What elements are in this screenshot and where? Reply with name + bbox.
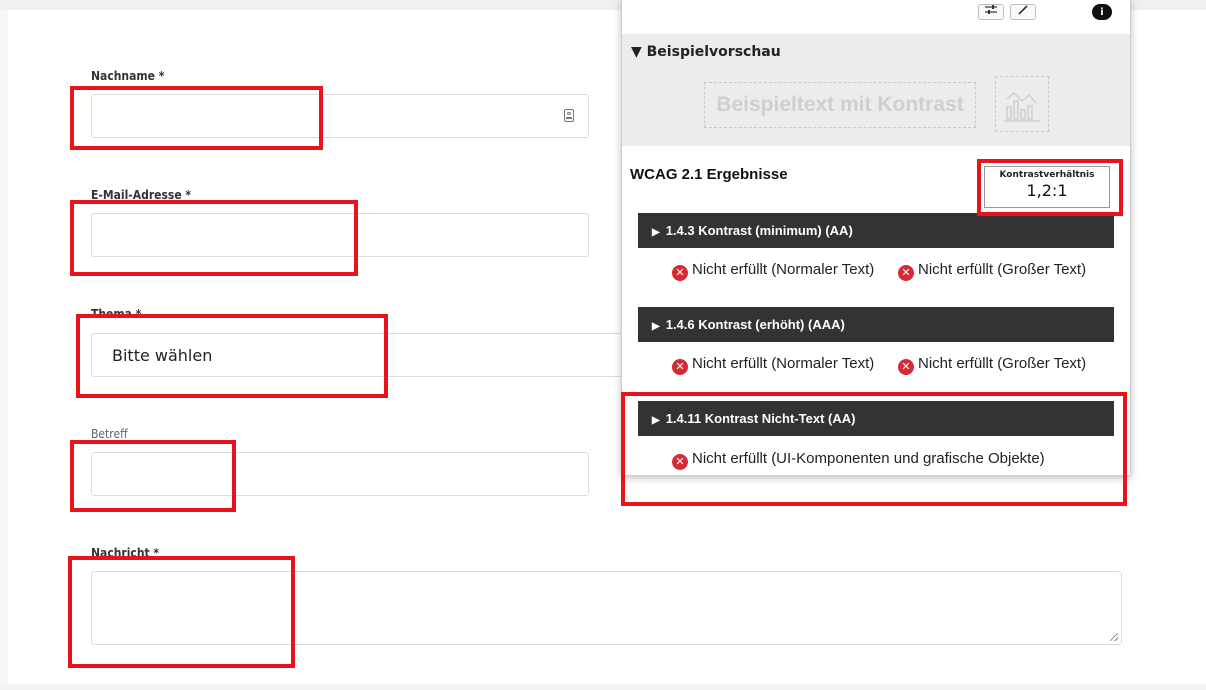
info-icon: i (1100, 7, 1104, 18)
result-label: Nicht erfüllt (Normaler Text) (692, 261, 875, 278)
result-normal-text: ✕ Nicht erfüllt (Normaler Text) (672, 355, 882, 375)
criterion-title: 1.4.6 Kontrast (erhöht) (AAA) (665, 317, 845, 332)
edit-button[interactable] (1010, 4, 1036, 20)
highlight-non-text-contrast (621, 392, 1127, 506)
highlight-contrast-ratio (977, 159, 1123, 216)
preview-heading[interactable]: ▼ Beispielvorschau (631, 44, 781, 60)
info-button[interactable]: i (1092, 4, 1112, 20)
expand-triangle-icon: ▶ (652, 227, 660, 238)
highlight-nachricht (68, 556, 295, 668)
fail-icon: ✕ (672, 265, 688, 281)
adjust-button[interactable] (978, 4, 1004, 20)
highlight-email (70, 200, 358, 276)
result-label: Nicht erfüllt (Großer Text) (918, 261, 1087, 278)
criterion-title: 1.4.3 Kontrast (minimum) (AA) (665, 223, 853, 238)
fail-icon: ✕ (898, 359, 914, 375)
sample-graphic (995, 76, 1049, 132)
fail-icon: ✕ (898, 265, 914, 281)
highlight-thema (76, 314, 388, 398)
result-large-text: ✕ Nicht erfüllt (Großer Text) (898, 355, 1128, 375)
criterion-1-4-6[interactable]: ▶ 1.4.6 Kontrast (erhöht) (AAA) (638, 307, 1114, 342)
results-title: WCAG 2.1 Ergebnisse (630, 166, 788, 183)
sample-text: Beispieltext mit Kontrast (704, 82, 976, 128)
betreff-label: Betreff (91, 427, 128, 441)
result-label: Nicht erfüllt (Normaler Text) (692, 355, 875, 372)
left-strip (0, 10, 8, 690)
bottom-strip (0, 684, 1206, 690)
result-normal-text: ✕ Nicht erfüllt (Normaler Text) (672, 261, 882, 281)
highlight-nachname (70, 86, 323, 150)
resize-handle[interactable] (1110, 633, 1118, 641)
fail-icon: ✕ (672, 359, 688, 375)
expand-triangle-icon: ▶ (652, 321, 660, 332)
chart-icon (1004, 91, 1040, 122)
result-label: Nicht erfüllt (Großer Text) (918, 355, 1087, 372)
nachname-label: Nachname * (91, 69, 165, 83)
pencil-icon (1018, 5, 1028, 15)
sliders-icon (985, 5, 997, 14)
highlight-betreff (70, 440, 236, 512)
criterion-1-4-3[interactable]: ▶ 1.4.3 Kontrast (minimum) (AA) (638, 213, 1114, 248)
contact-card-icon[interactable] (564, 109, 574, 122)
result-large-text: ✕ Nicht erfüllt (Großer Text) (898, 261, 1128, 281)
sample-preview-area: ▼ Beispielvorschau Beispieltext mit Kont… (622, 34, 1130, 146)
